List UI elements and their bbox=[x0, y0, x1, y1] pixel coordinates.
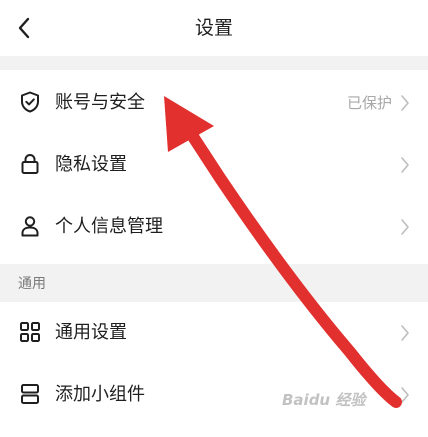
row-label: 账号与安全 bbox=[55, 92, 145, 113]
grid-icon bbox=[20, 322, 40, 342]
page-title: 设置 bbox=[194, 17, 233, 39]
nav-bar: 设置 bbox=[0, 0, 428, 56]
widget-icon bbox=[21, 384, 39, 404]
row-label: 个人信息管理 bbox=[55, 216, 163, 237]
settings-row-privacy[interactable]: 隐私设置 bbox=[0, 134, 428, 196]
chevron-right-icon bbox=[401, 219, 409, 235]
chevron-right-icon bbox=[401, 325, 409, 341]
settings-row-general[interactable]: 通用设置 bbox=[0, 302, 428, 364]
row-label: 添加小组件 bbox=[55, 384, 145, 405]
status-value: 已保护 bbox=[346, 94, 392, 112]
watermark: Baidu 经验 bbox=[282, 391, 366, 409]
lock-icon bbox=[21, 153, 39, 174]
person-icon bbox=[21, 216, 39, 237]
shield-check-icon bbox=[21, 91, 39, 113]
chevron-right-icon bbox=[401, 157, 409, 173]
section-divider bbox=[0, 264, 428, 302]
chevron-right-icon bbox=[401, 95, 409, 111]
settings-row-personal-info[interactable]: 个人信息管理 bbox=[0, 196, 428, 258]
row-label: 隐私设置 bbox=[55, 154, 127, 175]
row-label: 通用设置 bbox=[55, 322, 127, 343]
section-header-general: 通用 bbox=[18, 276, 46, 292]
settings-row-account-security[interactable]: 账号与安全 已保护 bbox=[0, 72, 428, 134]
divider bbox=[0, 56, 428, 70]
chevron-right-icon bbox=[401, 387, 409, 403]
